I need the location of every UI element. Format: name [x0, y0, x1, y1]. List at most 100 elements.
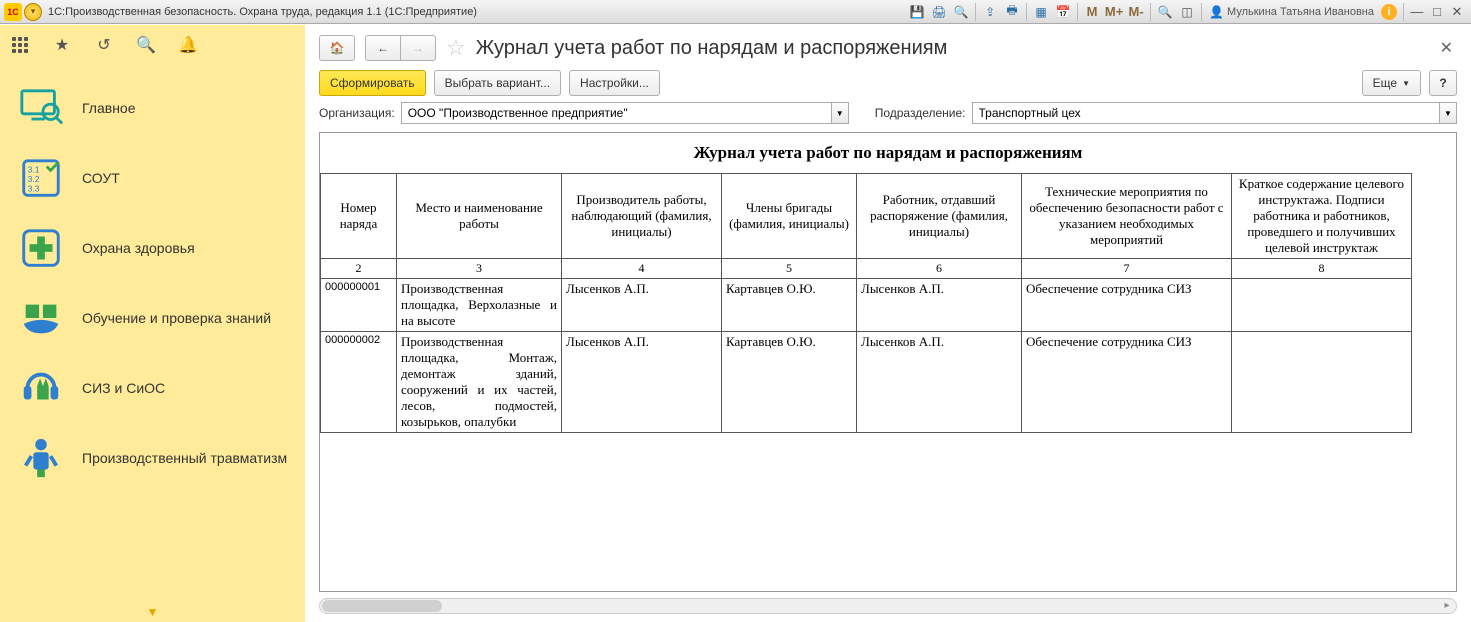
table-cell: Лысенков А.П.	[857, 279, 1022, 332]
dep-combo[interactable]: ▼	[972, 102, 1458, 124]
settings-button[interactable]: Настройки...	[569, 70, 660, 96]
table-row[interactable]: 000000002Производственная площадка, Монт…	[321, 332, 1412, 433]
col-header: Номер наряда	[321, 174, 397, 259]
page-header: 🏠 ← → ☆ Журнал учета работ по нарядам и …	[305, 24, 1471, 68]
preview-icon[interactable]: 🔍	[951, 2, 971, 22]
col-header: Работник, отдавший распоряжение (фамилия…	[857, 174, 1022, 259]
scroll-right-icon[interactable]: ▸	[1440, 599, 1454, 613]
nav-injury[interactable]: Производственный травматизм	[0, 423, 305, 493]
close-button[interactable]: ✕	[1448, 4, 1466, 20]
col-header: Члены бригады (фамилия, инициалы)	[722, 174, 857, 259]
table-numrow: 2 3 4 5 6 7 8	[321, 259, 1412, 279]
title-bar: 1C 1С:Производственная безопасность. Охр…	[0, 0, 1471, 24]
panel-icon[interactable]: ◫	[1177, 2, 1197, 22]
col-header: Технические мероприятия по обеспечению б…	[1022, 174, 1232, 259]
table-cell: Лысенков А.П.	[857, 332, 1022, 433]
col-header: Краткое содержание целевого инструктажа.…	[1232, 174, 1412, 259]
choose-variant-button[interactable]: Выбрать вариант...	[434, 70, 561, 96]
table-cell: Производственная площадка, Монтаж, демон…	[397, 332, 562, 433]
favorite-star-icon[interactable]: ☆	[446, 35, 466, 61]
report-toolbar: Сформировать Выбрать вариант... Настройк…	[305, 68, 1471, 102]
app-logo-icon: 1C	[4, 3, 22, 21]
monitor-search-icon	[16, 83, 66, 133]
scroll-thumb[interactable]	[322, 600, 442, 612]
search-icon[interactable]: 🔍	[136, 35, 156, 55]
table-cell	[1232, 332, 1412, 433]
dep-input[interactable]	[972, 102, 1440, 124]
calculator-icon[interactable]: ▦	[1031, 2, 1051, 22]
table-cell: 000000002	[321, 332, 397, 433]
more-button[interactable]: Еще▼	[1362, 70, 1421, 96]
mem-m-icon[interactable]: M	[1082, 2, 1102, 22]
table-row[interactable]: 000000001Производственная площадка, Верх…	[321, 279, 1412, 332]
filter-bar: Организация: ▼ Подразделение: ▼	[305, 102, 1471, 132]
info-icon[interactable]: i	[1379, 2, 1399, 22]
printer2-icon[interactable]: 🖶	[1002, 2, 1022, 22]
dep-label: Подразделение:	[875, 106, 966, 120]
report-container: Журнал учета работ по нарядам и распоряж…	[319, 132, 1457, 592]
svg-text:3.1: 3.1	[28, 164, 40, 174]
org-input[interactable]	[401, 102, 831, 124]
main-area: 🏠 ← → ☆ Журнал учета работ по нарядам и …	[305, 24, 1471, 622]
sidebar-toolbar: ★ ↺ 🔍 🔔	[0, 25, 305, 65]
minimize-button[interactable]: —	[1408, 4, 1426, 19]
sidebar-expand-icon[interactable]: ▼	[147, 605, 159, 619]
history-icon[interactable]: ↺	[94, 35, 114, 55]
mem-mplus-icon[interactable]: M+	[1104, 2, 1124, 22]
home-button[interactable]: 🏠	[319, 35, 355, 61]
col-header: Место и наименование работы	[397, 174, 562, 259]
col-header: Производитель работы, наблюдающий (фамил…	[562, 174, 722, 259]
injury-person-icon	[16, 433, 66, 483]
table-cell: Лысенков А.П.	[562, 279, 722, 332]
nav-health[interactable]: Охрана здоровья	[0, 213, 305, 283]
report-title: Журнал учета работ по нарядам и распоряж…	[320, 133, 1456, 173]
export-icon[interactable]: ⇪	[980, 2, 1000, 22]
calendar-icon[interactable]: 📅	[1053, 2, 1073, 22]
table-cell: Картавцев О.Ю.	[722, 279, 857, 332]
table-cell: Производственная площадка, Верхолазные и…	[397, 279, 562, 332]
health-plus-icon	[16, 223, 66, 273]
mem-mminus-icon[interactable]: M-	[1126, 2, 1146, 22]
user-icon: 👤	[1209, 5, 1224, 19]
report-table: Номер наряда Место и наименование работы…	[320, 173, 1412, 433]
nav-training[interactable]: Обучение и проверка знаний	[0, 283, 305, 353]
sections-icon[interactable]	[10, 35, 30, 55]
page-title: Журнал учета работ по нарядам и распоряж…	[476, 37, 948, 60]
table-cell: Обеспечение сотрудника СИЗ	[1022, 279, 1232, 332]
nav-list: Главное 3.13.23.3 СОУТ Охрана здоровья О…	[0, 65, 305, 501]
current-user[interactable]: 👤 Мулькина Татьяна Ивановна	[1209, 5, 1374, 19]
print-icon[interactable]: 🖨	[929, 2, 949, 22]
org-dropdown-icon[interactable]: ▼	[831, 102, 849, 124]
nav-sout[interactable]: 3.13.23.3 СОУТ	[0, 143, 305, 213]
org-combo[interactable]: ▼	[401, 102, 849, 124]
close-tab-button[interactable]: ✕	[1436, 34, 1457, 62]
maximize-button[interactable]: □	[1428, 4, 1446, 19]
favorites-icon[interactable]: ★	[52, 35, 72, 55]
horizontal-scrollbar[interactable]: ◂ ▸	[319, 598, 1457, 614]
zoom-icon[interactable]: 🔍	[1155, 2, 1175, 22]
nav-siz[interactable]: СИЗ и СиОС	[0, 353, 305, 423]
table-header-row: Номер наряда Место и наименование работы…	[321, 174, 1412, 259]
dep-dropdown-icon[interactable]: ▼	[1439, 102, 1457, 124]
notifications-icon[interactable]: 🔔	[178, 35, 198, 55]
window-title: 1С:Производственная безопасность. Охрана…	[48, 6, 477, 18]
generate-button[interactable]: Сформировать	[319, 70, 426, 96]
table-cell: Лысенков А.П.	[562, 332, 722, 433]
back-button[interactable]: ←	[365, 35, 401, 61]
nav-main[interactable]: Главное	[0, 73, 305, 143]
user-name: Мулькина Татьяна Ивановна	[1227, 6, 1374, 18]
table-cell: 000000001	[321, 279, 397, 332]
checklist-icon: 3.13.23.3	[16, 153, 66, 203]
table-cell: Картавцев О.Ю.	[722, 332, 857, 433]
forward-button[interactable]: →	[400, 35, 436, 61]
book-hand-icon	[16, 293, 66, 343]
svg-text:3.3: 3.3	[28, 183, 40, 193]
help-button[interactable]: ?	[1429, 70, 1457, 96]
headset-glove-icon	[16, 363, 66, 413]
app-menu-dropdown[interactable]	[24, 3, 42, 21]
table-cell	[1232, 279, 1412, 332]
table-cell: Обеспечение сотрудника СИЗ	[1022, 332, 1232, 433]
org-label: Организация:	[319, 106, 395, 120]
save-icon[interactable]: 💾	[907, 2, 927, 22]
svg-text:3.2: 3.2	[28, 174, 40, 184]
